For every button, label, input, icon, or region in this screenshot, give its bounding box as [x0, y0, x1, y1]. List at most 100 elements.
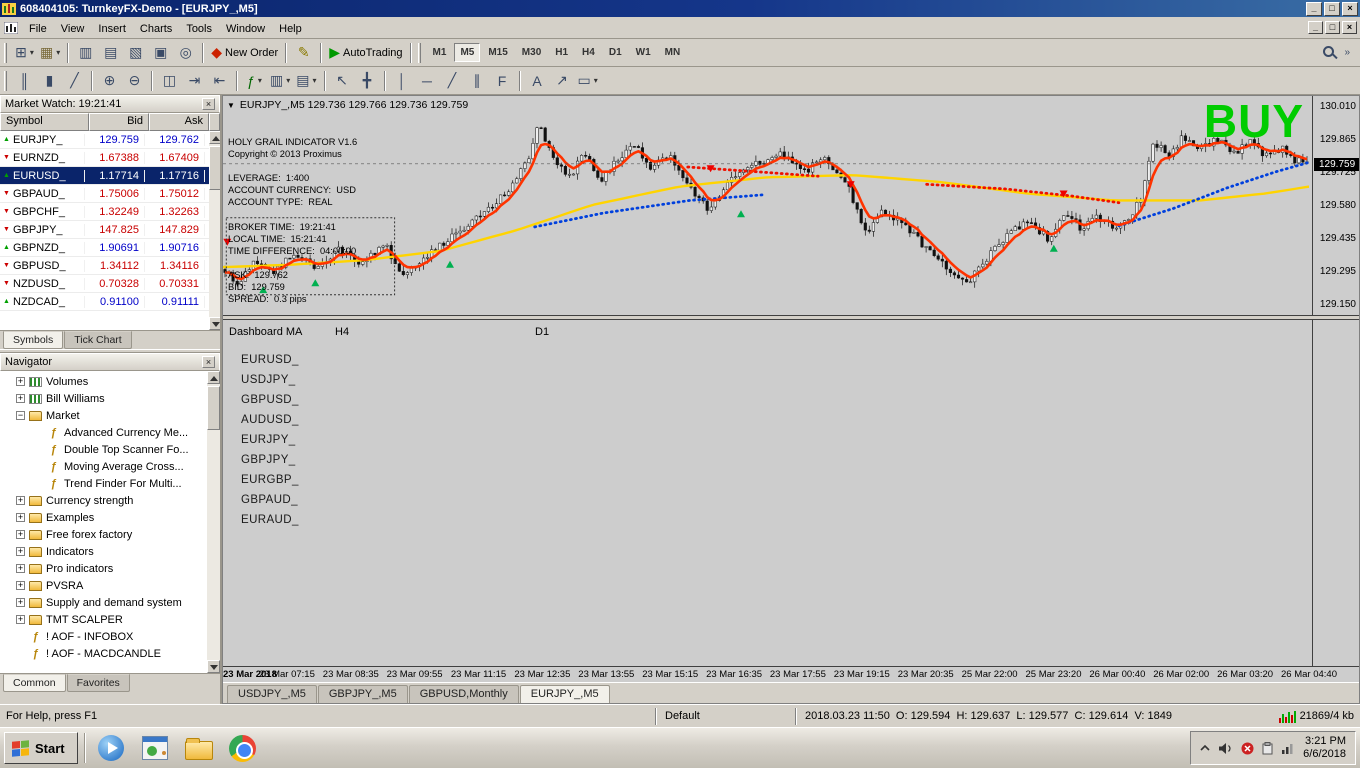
vertical-line-button[interactable]: │: [390, 69, 415, 93]
expand-minus-icon[interactable]: −: [16, 411, 25, 420]
expand-plus-icon[interactable]: +: [16, 598, 25, 607]
scroll-up-icon[interactable]: [207, 371, 220, 384]
navigator-item[interactable]: + Supply and demand system: [0, 594, 207, 611]
market-watch-row[interactable]: ▼ GBPAUD_ 1.75006 1.75012: [0, 185, 209, 203]
navigator-item[interactable]: + Pro indicators: [0, 560, 207, 577]
periods-button[interactable]: ▥ ▾: [267, 69, 293, 93]
market-watch-tab-symbols[interactable]: Symbols: [3, 331, 64, 349]
status-profile[interactable]: Default: [657, 710, 795, 722]
menu-view[interactable]: View: [54, 20, 92, 38]
expand-plus-icon[interactable]: +: [16, 377, 25, 386]
navigator-item[interactable]: ƒ Moving Average Cross...: [0, 458, 207, 475]
menu-charts[interactable]: Charts: [133, 20, 179, 38]
auto-scroll-button[interactable]: ⇥: [182, 69, 207, 93]
column-header-bid[interactable]: Bid: [89, 113, 149, 131]
fibonacci-button[interactable]: F: [490, 69, 515, 93]
timeframe-m30-button[interactable]: M30: [516, 43, 547, 62]
chart-tab-gbpjpy-m5[interactable]: GBPJPY_,M5: [317, 685, 408, 703]
column-header-symbol[interactable]: Symbol: [0, 113, 89, 131]
autotrading-button[interactable]: ▶ AutoTrading: [326, 41, 405, 65]
taskbar-media-player-icon[interactable]: [92, 731, 130, 765]
candlestick-chart-button[interactable]: ▮: [37, 69, 62, 93]
navigator-item[interactable]: ƒ Advanced Currency Me...: [0, 424, 207, 441]
trendline-button[interactable]: ╱: [440, 69, 465, 93]
menu-file[interactable]: File: [22, 20, 54, 38]
market-watch-tab-tick-chart[interactable]: Tick Chart: [64, 331, 132, 349]
candlestick-chart-canvas[interactable]: [223, 98, 1309, 312]
templates-button[interactable]: ▤ ▾: [293, 69, 319, 93]
timeframe-mn-button[interactable]: MN: [659, 43, 687, 62]
taskbar-app-icon[interactable]: [136, 731, 174, 765]
chart-tab-gbpusd-monthly[interactable]: GBPUSD,Monthly: [408, 685, 519, 703]
market-watch-row[interactable]: ▲ NZDCAD_ 0.91100 0.91111: [0, 293, 209, 311]
navigator-item[interactable]: − Market: [0, 407, 207, 424]
expand-plus-icon[interactable]: +: [16, 513, 25, 522]
navigator-item[interactable]: + Bill Williams: [0, 390, 207, 407]
navigator-item[interactable]: + Examples: [0, 509, 207, 526]
scroll-down-icon[interactable]: [209, 317, 220, 330]
market-watch-row[interactable]: ▼ NZDUSD_ 0.70328 0.70331: [0, 275, 209, 293]
new-chart-button[interactable]: ⊞ ▾: [12, 41, 37, 65]
arrow-objects-button[interactable]: ↗: [550, 69, 575, 93]
expand-plus-icon[interactable]: +: [16, 530, 25, 539]
navigator-item[interactable]: ƒ ! AOF - INFOBOX: [0, 628, 207, 645]
crosshair-button[interactable]: ╋: [355, 69, 380, 93]
market-watch-row[interactable]: ▼ EURNZD_ 1.67388 1.67409: [0, 149, 209, 167]
volume-icon[interactable]: [1218, 742, 1233, 755]
main-chart[interactable]: 130.010 129.865 129.725 129.580 129.435 129.2…: [223, 96, 1359, 315]
channel-button[interactable]: ∥: [465, 69, 490, 93]
navigator-tab-common[interactable]: Common: [3, 674, 66, 692]
market-watch-row[interactable]: ▲ GBPNZD_ 1.90691 1.90716: [0, 239, 209, 257]
terminal-toggle[interactable]: ▣: [148, 41, 173, 65]
navigator-scrollbar[interactable]: [207, 371, 220, 673]
navigator-item[interactable]: + PVSRA: [0, 577, 207, 594]
scroll-up-icon[interactable]: [209, 131, 220, 144]
cursor-button[interactable]: ↖: [330, 69, 355, 93]
market-watch-toggle[interactable]: ▥: [73, 41, 98, 65]
horizontal-line-button[interactable]: ─: [415, 69, 440, 93]
minimize-button[interactable]: _: [1306, 1, 1322, 16]
zoom-out-button[interactable]: ⊖: [122, 69, 147, 93]
market-watch-row[interactable]: ▼ GBPUSD_ 1.34112 1.34116: [0, 257, 209, 275]
timeframe-w1-button[interactable]: W1: [630, 43, 657, 62]
menu-tools[interactable]: Tools: [179, 20, 219, 38]
zoom-in-button[interactable]: ⊕: [97, 69, 122, 93]
navigator-item[interactable]: + Indicators: [0, 543, 207, 560]
chart-shift-button[interactable]: ⇤: [207, 69, 232, 93]
chart-tab-eurjpy-m5[interactable]: EURJPY_,M5: [519, 685, 610, 703]
navigator-tab-favorites[interactable]: Favorites: [66, 674, 130, 692]
metaeditor-button[interactable]: ✎: [291, 41, 316, 65]
market-watch-row[interactable]: ▲ EURUSD_ 1.17714 1.17716: [0, 167, 209, 185]
expand-plus-icon[interactable]: +: [16, 547, 25, 556]
indicators-button[interactable]: ƒ ▾: [242, 69, 267, 93]
timeframe-m1-button[interactable]: M1: [427, 43, 453, 62]
navigator-item[interactable]: + Currency strength: [0, 492, 207, 509]
navigator-toggle[interactable]: ▧: [123, 41, 148, 65]
market-watch-row[interactable]: ▼ GBPJPY_ 147.825 147.829: [0, 221, 209, 239]
toolbar-grip[interactable]: [4, 70, 7, 91]
network-signal-icon[interactable]: [1281, 742, 1295, 754]
close-button[interactable]: ×: [1342, 1, 1358, 16]
market-watch-row[interactable]: ▲ EURJPY_ 129.759 129.762: [0, 131, 209, 149]
menu-window[interactable]: Window: [219, 20, 272, 38]
navigator-item[interactable]: + TMT SCALPER: [0, 611, 207, 628]
expand-plus-icon[interactable]: +: [16, 615, 25, 624]
hidden-icons-chevron-icon[interactable]: [1200, 743, 1210, 753]
toolbar-grip[interactable]: [417, 42, 421, 63]
search-button[interactable]: [1323, 44, 1335, 62]
bar-chart-button[interactable]: ║: [12, 69, 37, 93]
start-button[interactable]: Start: [4, 732, 78, 764]
scroll-down-icon[interactable]: [207, 660, 220, 673]
menu-insert[interactable]: Insert: [91, 20, 133, 38]
toolbar-overflow-icon[interactable]: »: [1344, 47, 1350, 58]
taskbar-chrome-icon[interactable]: [224, 731, 262, 765]
mdi-restore-button[interactable]: □: [1325, 21, 1340, 34]
market-watch-scrollbar[interactable]: [209, 131, 220, 330]
dashboard-ma-subwindow[interactable]: Dashboard MA H4 D1 EURUSD_ USDJPY_ GBPUSD_ A…: [223, 320, 1359, 666]
text-label-button[interactable]: A: [525, 69, 550, 93]
chart-collapse-icon[interactable]: ▼: [227, 101, 235, 110]
timeframe-h1-button[interactable]: H1: [549, 43, 574, 62]
navigator-close-icon[interactable]: ×: [202, 356, 215, 368]
expand-plus-icon[interactable]: +: [16, 581, 25, 590]
expand-plus-icon[interactable]: +: [16, 496, 25, 505]
